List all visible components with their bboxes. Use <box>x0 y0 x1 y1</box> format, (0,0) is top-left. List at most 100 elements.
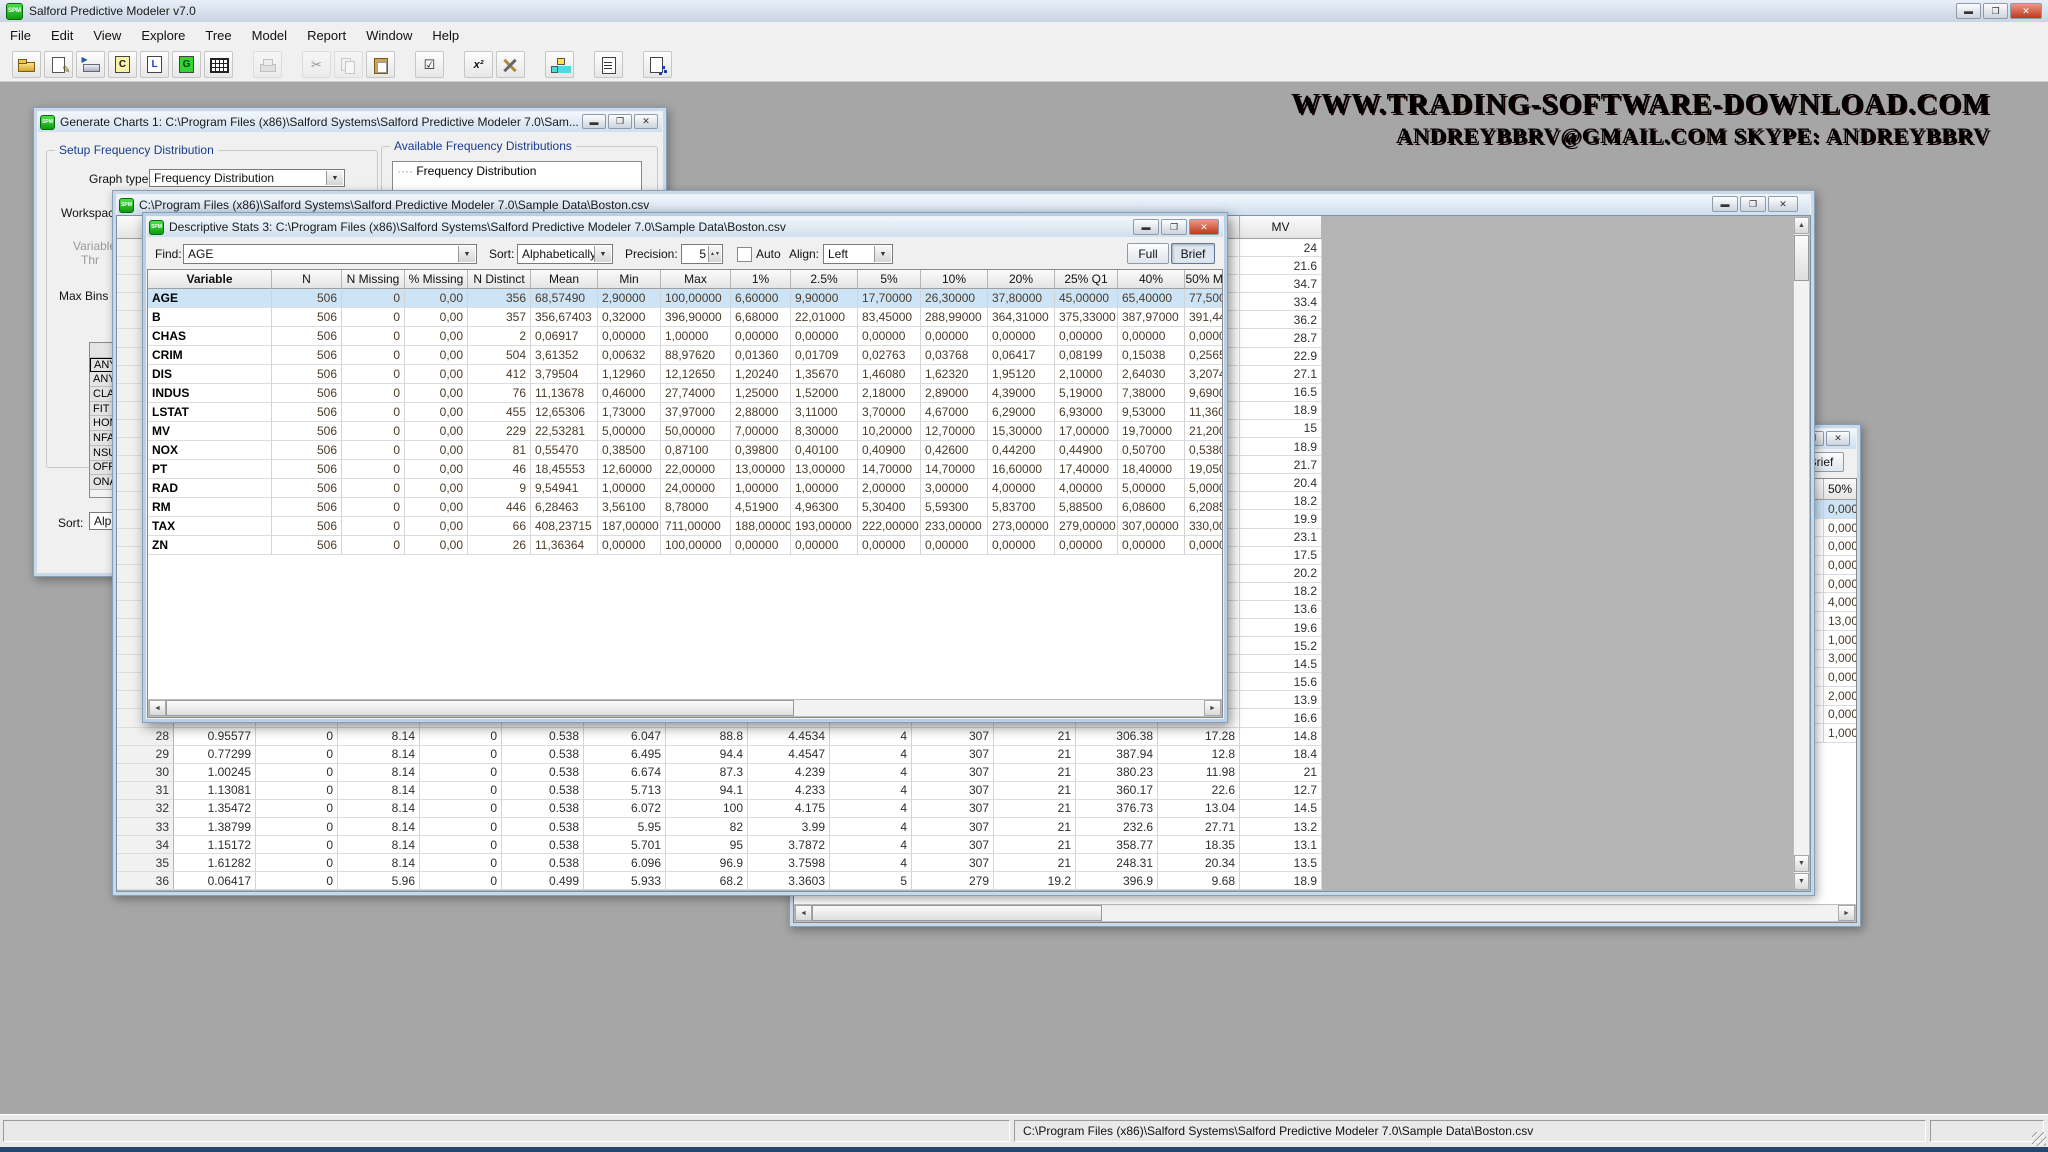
table-row[interactable]: LSTAT50600,0045512,653061,7300037,970002… <box>148 403 1223 422</box>
menu-item-model[interactable]: Model <box>242 24 297 47</box>
chevron-down-icon[interactable]: ▼ <box>458 246 475 262</box>
table-row[interactable]: PT50600,004618,4555312,6000022,0000013,0… <box>148 460 1223 479</box>
stats-close-button[interactable]: ✕ <box>1189 219 1219 235</box>
column-header-2-5-[interactable]: 2.5% <box>791 270 858 289</box>
table-row[interactable]: B50600,00357356,674030,32000396,900006,6… <box>148 308 1223 327</box>
scroll-down-icon[interactable]: ▼ <box>1794 855 1809 872</box>
table-row[interactable]: CHAS50600,0020,069170,000001,000000,0000… <box>148 327 1223 346</box>
table-row[interactable]: TAX50600,0066408,23715187,00000711,00000… <box>148 517 1223 536</box>
scroll-left-icon[interactable]: ◄ <box>795 905 812 921</box>
table-row[interactable]: AGE50600,0035668,574902,90000100,000006,… <box>148 289 1223 308</box>
data-row[interactable]: 351.6128208.1400.5386.09696.93.759843072… <box>117 854 1322 872</box>
column-header-min[interactable]: Min <box>598 270 661 289</box>
bgw-scroll-thumb[interactable] <box>812 905 1102 921</box>
table-row[interactable]: MV50600,0022922,532815,0000050,000007,00… <box>148 422 1223 441</box>
column-header-mean[interactable]: Mean <box>531 270 598 289</box>
table-row[interactable]: ZN50600,002611,363640,00000100,000000,00… <box>148 536 1223 555</box>
boston-minimize-button[interactable]: ▬ <box>1712 196 1738 212</box>
scroll-right-icon[interactable]: ► <box>1204 700 1221 716</box>
resize-grip-icon[interactable] <box>2032 1132 2046 1146</box>
column-header-10-[interactable]: 10% <box>921 270 988 289</box>
log-file-button[interactable]: L <box>140 51 169 78</box>
open-file-button[interactable] <box>12 51 41 78</box>
available-distribution-item[interactable]: Frequency Distribution <box>416 164 536 178</box>
stats-restore-button[interactable]: ❐ <box>1161 219 1187 235</box>
table-row[interactable]: RM50600,004466,284633,561008,780004,5190… <box>148 498 1223 517</box>
column-header-max[interactable]: Max <box>661 270 731 289</box>
scroll-up-icon[interactable]: ▲ <box>1794 217 1809 234</box>
column-header-40-[interactable]: 40% <box>1118 270 1185 289</box>
menu-item-explore[interactable]: Explore <box>131 24 195 47</box>
stats-minimize-button[interactable]: ▬ <box>1133 219 1159 235</box>
menu-item-file[interactable]: File <box>0 24 41 47</box>
boston-restore-button[interactable]: ❐ <box>1740 196 1766 212</box>
data-row[interactable]: 290.7729908.1400.5386.49594.44.454743072… <box>117 746 1322 764</box>
chevron-down-icon[interactable]: ▼ <box>594 246 611 262</box>
column-header-1-[interactable]: 1% <box>731 270 791 289</box>
spinner-arrows-icon[interactable]: ▲▼ <box>708 246 721 262</box>
menu-item-help[interactable]: Help <box>422 24 469 47</box>
data-row[interactable]: 301.0024508.1400.5386.67487.34.239430721… <box>117 764 1322 782</box>
column-header-n[interactable]: N <box>272 270 342 289</box>
graph-type-combo[interactable]: Frequency Distribution ▼ <box>149 169 345 187</box>
scroll-down2-icon[interactable]: ▼ <box>1794 873 1809 890</box>
gc-restore-button[interactable]: ❐ <box>608 114 632 129</box>
command-file-button[interactable]: C <box>108 51 137 78</box>
translate-model-button[interactable] <box>643 51 672 78</box>
column-header-variable[interactable]: Variable <box>148 270 272 289</box>
data-row[interactable]: 360.0641705.9600.4995.93368.23.360352791… <box>117 872 1322 890</box>
data-row[interactable]: 280.9557708.1400.5386.04788.84.453443072… <box>117 728 1322 746</box>
data-grid-button[interactable] <box>204 51 233 78</box>
column-header--missing[interactable]: % Missing <box>405 270 468 289</box>
report-button[interactable] <box>594 51 623 78</box>
tools-button[interactable] <box>496 51 525 78</box>
sort-combo[interactable]: Alphabetically ▼ <box>517 244 613 264</box>
bgw-column-header[interactable]: 50% Me <box>1824 479 1857 500</box>
submit-command-button[interactable] <box>76 51 105 78</box>
model-setup-button[interactable]: x² <box>464 51 493 78</box>
bgw-close-button[interactable]: ✕ <box>1826 431 1850 446</box>
column-header-20-[interactable]: 20% <box>988 270 1055 289</box>
table-row[interactable]: NOX50600,00810,554700,385000,871000,3980… <box>148 441 1223 460</box>
gc-close-button[interactable]: ✕ <box>634 114 658 129</box>
cut-button[interactable]: ✂ <box>302 51 331 78</box>
copy-button[interactable] <box>334 51 363 78</box>
chevron-down-icon[interactable]: ▼ <box>874 246 891 262</box>
brief-button[interactable]: Brief <box>1171 243 1215 264</box>
chevron-down-icon[interactable]: ▼ <box>326 171 343 185</box>
stats-titlebar[interactable]: SPM Descriptive Stats 3: C:\Program File… <box>147 217 1223 237</box>
boston-scroll-thumb[interactable] <box>1794 235 1809 281</box>
column-header-n-missing[interactable]: N Missing <box>342 270 405 289</box>
find-combo[interactable]: AGE ▼ <box>183 244 477 264</box>
data-row[interactable]: 321.3547208.1400.5386.0721004.1754307213… <box>117 800 1322 818</box>
menu-item-view[interactable]: View <box>83 24 131 47</box>
gc-minimize-button[interactable]: ▬ <box>582 114 606 129</box>
scroll-right-icon[interactable]: ► <box>1838 905 1855 921</box>
column-header-mv[interactable]: MV <box>1240 216 1322 239</box>
full-button[interactable]: Full <box>1127 243 1169 264</box>
options-checkbox-button[interactable]: ☑ <box>415 51 444 78</box>
column-header-n-distinct[interactable]: N Distinct <box>468 270 531 289</box>
data-row[interactable]: 311.1308108.1400.5385.71394.14.233430721… <box>117 782 1322 800</box>
close-button[interactable]: ✕ <box>2010 3 2042 19</box>
maximize-button[interactable]: ❐ <box>1983 3 2008 19</box>
table-row[interactable]: DIS50600,004123,795041,1296012,126501,20… <box>148 365 1223 384</box>
file-info-button[interactable] <box>44 51 73 78</box>
data-row[interactable]: 341.1517208.1400.5385.701953.78724307213… <box>117 836 1322 854</box>
generate-charts-titlebar[interactable]: SPM Generate Charts 1: C:\Program Files … <box>38 112 662 132</box>
column-header-50-me[interactable]: 50% Me <box>1185 270 1223 289</box>
print-button[interactable] <box>253 51 282 78</box>
menu-item-report[interactable]: Report <box>297 24 356 47</box>
column-header-25-q1[interactable]: 25% Q1 <box>1055 270 1118 289</box>
minimize-button[interactable]: ▬ <box>1956 3 1981 19</box>
stats-scroll-thumb[interactable] <box>166 700 794 716</box>
column-header-5-[interactable]: 5% <box>858 270 921 289</box>
menu-item-tree[interactable]: Tree <box>195 24 241 47</box>
tree-network-button[interactable] <box>545 51 574 78</box>
data-row[interactable]: 331.3879908.1400.5385.95823.99430721232.… <box>117 818 1322 836</box>
menu-item-window[interactable]: Window <box>356 24 422 47</box>
precision-spinner[interactable]: 5 ▲▼ <box>681 244 723 264</box>
paste-button[interactable] <box>366 51 395 78</box>
auto-checkbox[interactable] <box>737 247 752 262</box>
grove-file-button[interactable]: G <box>172 51 201 78</box>
